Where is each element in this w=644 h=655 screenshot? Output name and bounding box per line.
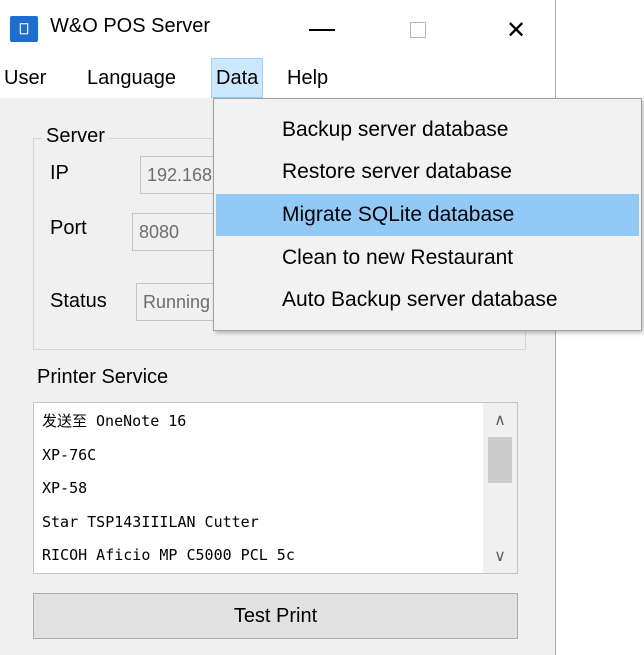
maximize-button[interactable] (386, 8, 450, 52)
printer-list-item[interactable]: XP-58 (42, 471, 87, 505)
menu-item-restore-server-database[interactable]: Restore server database (216, 151, 639, 193)
minimize-button[interactable] (290, 8, 354, 52)
status-label: Status (50, 290, 107, 312)
menu-item-auto-backup-server-database[interactable]: Auto Backup server database (216, 279, 639, 321)
menu-data[interactable]: Data (211, 58, 264, 98)
menu-user[interactable]: User (0, 58, 50, 98)
close-button[interactable]: ✕ (484, 8, 548, 52)
title-bar: ⎕ W&O POS Server ✕ (0, 0, 555, 58)
menu-language[interactable]: Language (83, 58, 180, 98)
menu-help[interactable]: Help (283, 58, 332, 98)
test-print-button[interactable]: Test Print (33, 593, 518, 639)
menu-item-migrate-sqlite-database[interactable]: Migrate SQLite database (216, 194, 639, 236)
maximize-icon (410, 22, 426, 38)
app-icon: ⎕ (10, 16, 38, 42)
scroll-down-icon[interactable]: ∨ (483, 539, 517, 573)
printer-list-item[interactable]: 发送至 OneNote 16 (42, 404, 186, 438)
ip-label: IP (50, 162, 69, 184)
scroll-up-icon[interactable]: ∧ (483, 403, 517, 437)
printer-service-label: Printer Service (33, 366, 173, 389)
port-label: Port (50, 217, 87, 239)
printer-list-item[interactable]: XP-76C (42, 438, 96, 472)
server-group-label: Server (42, 125, 109, 148)
printer-list[interactable]: 发送至 OneNote 16 XP-76C XP-58 Star TSP143I… (33, 402, 518, 574)
data-menu-dropdown: Backup server database Restore server da… (213, 98, 642, 331)
menu-bar: User Language Data Help (0, 58, 555, 98)
printer-list-item[interactable]: RICOH Aficio MP C5000 PCL 5c (42, 538, 295, 572)
window-title: W&O POS Server (50, 15, 211, 37)
close-icon: ✕ (505, 16, 527, 44)
printer-list-item[interactable]: Star TSP143IIILAN Cutter (42, 505, 259, 539)
scroll-thumb[interactable] (488, 437, 512, 483)
menu-item-clean-to-new-restaurant[interactable]: Clean to new Restaurant (216, 237, 639, 279)
menu-item-backup-server-database[interactable]: Backup server database (216, 109, 639, 151)
minimize-icon (309, 29, 335, 31)
printer-list-scrollbar[interactable]: ∧ ∨ (483, 403, 517, 573)
